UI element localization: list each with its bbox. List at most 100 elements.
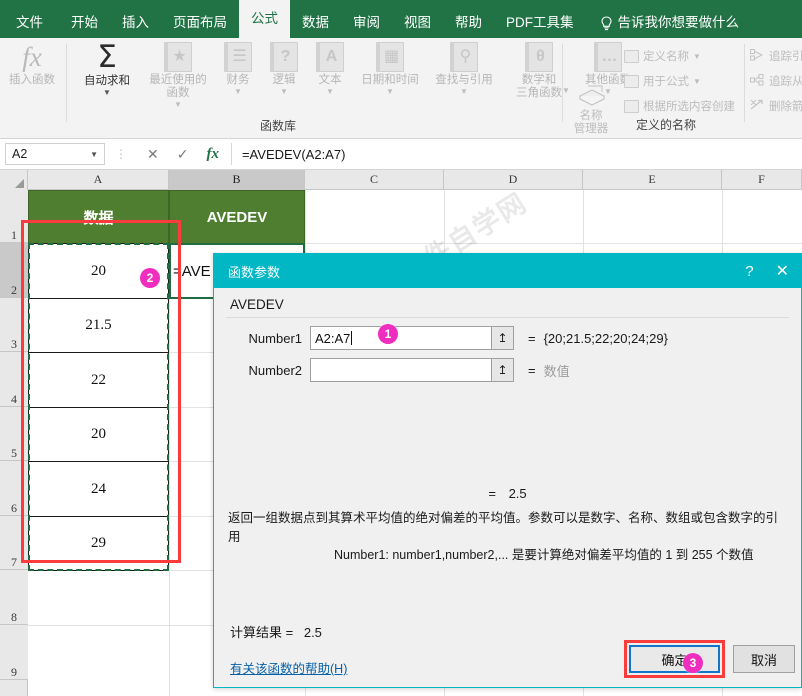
calculation-result-value: 2.5 bbox=[303, 625, 322, 640]
name-box-value: A2 bbox=[12, 147, 28, 161]
use-in-formula-chevron-down-icon[interactable]: ▼ bbox=[693, 77, 701, 86]
cancel-button[interactable]: 取消 bbox=[733, 645, 795, 673]
number1-input[interactable]: A2:A7 bbox=[310, 326, 492, 350]
row-header-9[interactable]: 9 bbox=[0, 625, 28, 680]
close-icon[interactable]: ✕ bbox=[776, 261, 789, 281]
trace-precedents-item[interactable]: 追踪引用 bbox=[750, 48, 802, 64]
question-book-icon: ? bbox=[270, 42, 298, 72]
trace-dependents-item[interactable]: 追踪从属 bbox=[750, 73, 802, 89]
tab-data[interactable]: 数据 bbox=[290, 8, 341, 38]
recently-used-button[interactable]: ★ 最近使用的 函数 ▼ bbox=[144, 42, 212, 109]
function-description: 返回一组数据点到其算术平均值的绝对偏差的平均值。参数可以是数字、名称、数组或包含… bbox=[228, 511, 779, 544]
star-book-icon: ★ bbox=[164, 42, 192, 72]
date-time-button[interactable]: ▦ 日期和时间 ▼ bbox=[354, 42, 426, 96]
math-trig-button[interactable]: θ 数学和 三角函数 ▼ bbox=[504, 42, 574, 100]
column-header-b[interactable]: B bbox=[169, 170, 305, 190]
logical-button[interactable]: ? 逻辑 ▼ bbox=[262, 42, 306, 96]
calculation-result: 计算结果 = 2.5 bbox=[230, 622, 322, 641]
autosum-label: 自动求和 bbox=[84, 75, 130, 87]
cancel-formula-icon[interactable]: ✕ bbox=[147, 146, 159, 163]
cell-a3[interactable]: 21.5 bbox=[28, 298, 169, 353]
help-icon[interactable]: ? bbox=[745, 263, 753, 280]
remove-arrows-item[interactable]: 删除箭头 bbox=[750, 98, 802, 114]
recently-used-chevron-down-icon[interactable]: ▼ bbox=[174, 100, 182, 109]
number2-collapse-dialog-icon[interactable]: ↥ bbox=[492, 358, 514, 382]
autosum-chevron-down-icon[interactable]: ▼ bbox=[103, 88, 111, 97]
tab-home[interactable]: 开始 bbox=[59, 8, 110, 38]
argument-description: Number1: number1,number2,... 是要计算绝对偏差平均值… bbox=[334, 548, 754, 562]
column-header-row: A B C D E F bbox=[0, 170, 802, 190]
cell-b1[interactable]: AVEDEV bbox=[169, 190, 305, 244]
name-box[interactable]: A2 ▼ bbox=[5, 143, 105, 165]
name-box-chevron-down-icon[interactable]: ▼ bbox=[90, 150, 98, 159]
ok-button[interactable]: 确定 bbox=[629, 645, 720, 673]
tab-formulas[interactable]: 公式 bbox=[239, 0, 290, 38]
math-trig-label: 数学和 三角函数 bbox=[516, 74, 562, 99]
cell-a6[interactable]: 24 bbox=[28, 461, 169, 517]
coins-book-icon: ☰ bbox=[224, 42, 252, 72]
cell-a4[interactable]: 22 bbox=[28, 352, 169, 408]
tab-help[interactable]: 帮助 bbox=[443, 8, 494, 38]
tab-pdf-tools[interactable]: PDF工具集 bbox=[494, 8, 586, 38]
cell-a5[interactable]: 20 bbox=[28, 407, 169, 462]
formula-bar-separator: ⋮ bbox=[115, 147, 127, 161]
row-header-1[interactable]: 1 bbox=[0, 190, 28, 243]
text-chevron-down-icon[interactable]: ▼ bbox=[326, 87, 334, 96]
row-header-8[interactable]: 8 bbox=[0, 570, 28, 625]
financial-button[interactable]: ☰ 财务 ▼ bbox=[216, 42, 260, 96]
text-button[interactable]: A 文本 ▼ bbox=[308, 42, 352, 96]
use-in-formula-icon bbox=[624, 74, 639, 88]
lookup-reference-chevron-down-icon[interactable]: ▼ bbox=[460, 87, 468, 96]
name-manager-button[interactable] bbox=[568, 82, 616, 113]
date-time-chevron-down-icon[interactable]: ▼ bbox=[386, 87, 394, 96]
function-help-link[interactable]: 有关该函数的帮助(H) bbox=[230, 658, 347, 677]
cell-a1[interactable]: 数据 bbox=[28, 190, 169, 244]
number1-collapse-dialog-icon[interactable]: ↥ bbox=[492, 326, 514, 350]
theta-book-icon: θ bbox=[525, 42, 553, 72]
column-header-e[interactable]: E bbox=[583, 170, 722, 190]
column-header-d[interactable]: D bbox=[444, 170, 583, 190]
intermediate-result-value: 2.5 bbox=[508, 486, 527, 501]
formula-bar: A2 ▼ ⋮ ✕ ✓ fx =AVEDEV(A2:A7) bbox=[0, 139, 802, 170]
tell-me-box[interactable]: 告诉我你想要做什么 bbox=[586, 8, 752, 38]
row-header-6[interactable]: 6 bbox=[0, 461, 28, 516]
trace-precedents-label: 追踪引用 bbox=[769, 51, 802, 63]
formula-input[interactable]: =AVEDEV(A2:A7) bbox=[230, 143, 802, 165]
lightbulb-icon bbox=[600, 15, 613, 31]
insert-function-button[interactable]: fx 插入函数 bbox=[4, 42, 60, 87]
logical-chevron-down-icon[interactable]: ▼ bbox=[280, 87, 288, 96]
gridline-v bbox=[169, 190, 170, 696]
use-in-formula-item[interactable]: 用于公式 ▼ bbox=[624, 73, 701, 89]
financial-chevron-down-icon[interactable]: ▼ bbox=[234, 87, 242, 96]
number2-input[interactable] bbox=[310, 358, 492, 382]
define-name-chevron-down-icon[interactable]: ▼ bbox=[693, 52, 701, 61]
tab-page-layout[interactable]: 页面布局 bbox=[161, 8, 239, 38]
excel-window: 文件 开始 插入 页面布局 公式 数据 审阅 视图 帮助 PDF工具集 告诉我你… bbox=[0, 0, 802, 696]
confirm-formula-icon[interactable]: ✓ bbox=[177, 146, 189, 163]
tab-insert[interactable]: 插入 bbox=[110, 8, 161, 38]
autosum-button[interactable]: Σ 自动求和 ▼ bbox=[72, 42, 142, 98]
arg-row-number1: Number1 A2:A7 ↥ = {20;21.5;22;20;24;29} bbox=[224, 326, 668, 350]
number2-equals-sign: = bbox=[528, 362, 536, 378]
use-in-formula-label: 用于公式 bbox=[643, 76, 689, 88]
dialog-function-name: AVEDEV bbox=[230, 297, 284, 312]
tab-view[interactable]: 视图 bbox=[392, 8, 443, 38]
column-header-a[interactable]: A bbox=[28, 170, 169, 190]
annotation-badge-2: 2 bbox=[140, 268, 160, 288]
tab-review[interactable]: 审阅 bbox=[341, 8, 392, 38]
row-header-5[interactable]: 5 bbox=[0, 407, 28, 461]
row-header-3[interactable]: 3 bbox=[0, 298, 28, 352]
lookup-reference-button[interactable]: ⚲ 查找与引用 ▼ bbox=[428, 42, 500, 96]
trace-dependents-label: 追踪从属 bbox=[769, 76, 802, 88]
row-header-2[interactable]: 2 bbox=[0, 243, 28, 298]
tab-file[interactable]: 文件 bbox=[0, 8, 59, 38]
row-header-7[interactable]: 7 bbox=[0, 516, 28, 570]
column-header-c[interactable]: C bbox=[305, 170, 444, 190]
define-name-item[interactable]: 定义名称 ▼ bbox=[624, 48, 701, 64]
row-header-4[interactable]: 4 bbox=[0, 352, 28, 407]
create-from-selection-item[interactable]: 根据所选内容创建 bbox=[624, 98, 735, 114]
insert-function-icon[interactable]: fx bbox=[206, 146, 219, 163]
select-all-corner[interactable] bbox=[0, 170, 28, 190]
cell-a7[interactable]: 29 bbox=[28, 516, 169, 571]
column-header-f[interactable]: F bbox=[722, 170, 802, 190]
